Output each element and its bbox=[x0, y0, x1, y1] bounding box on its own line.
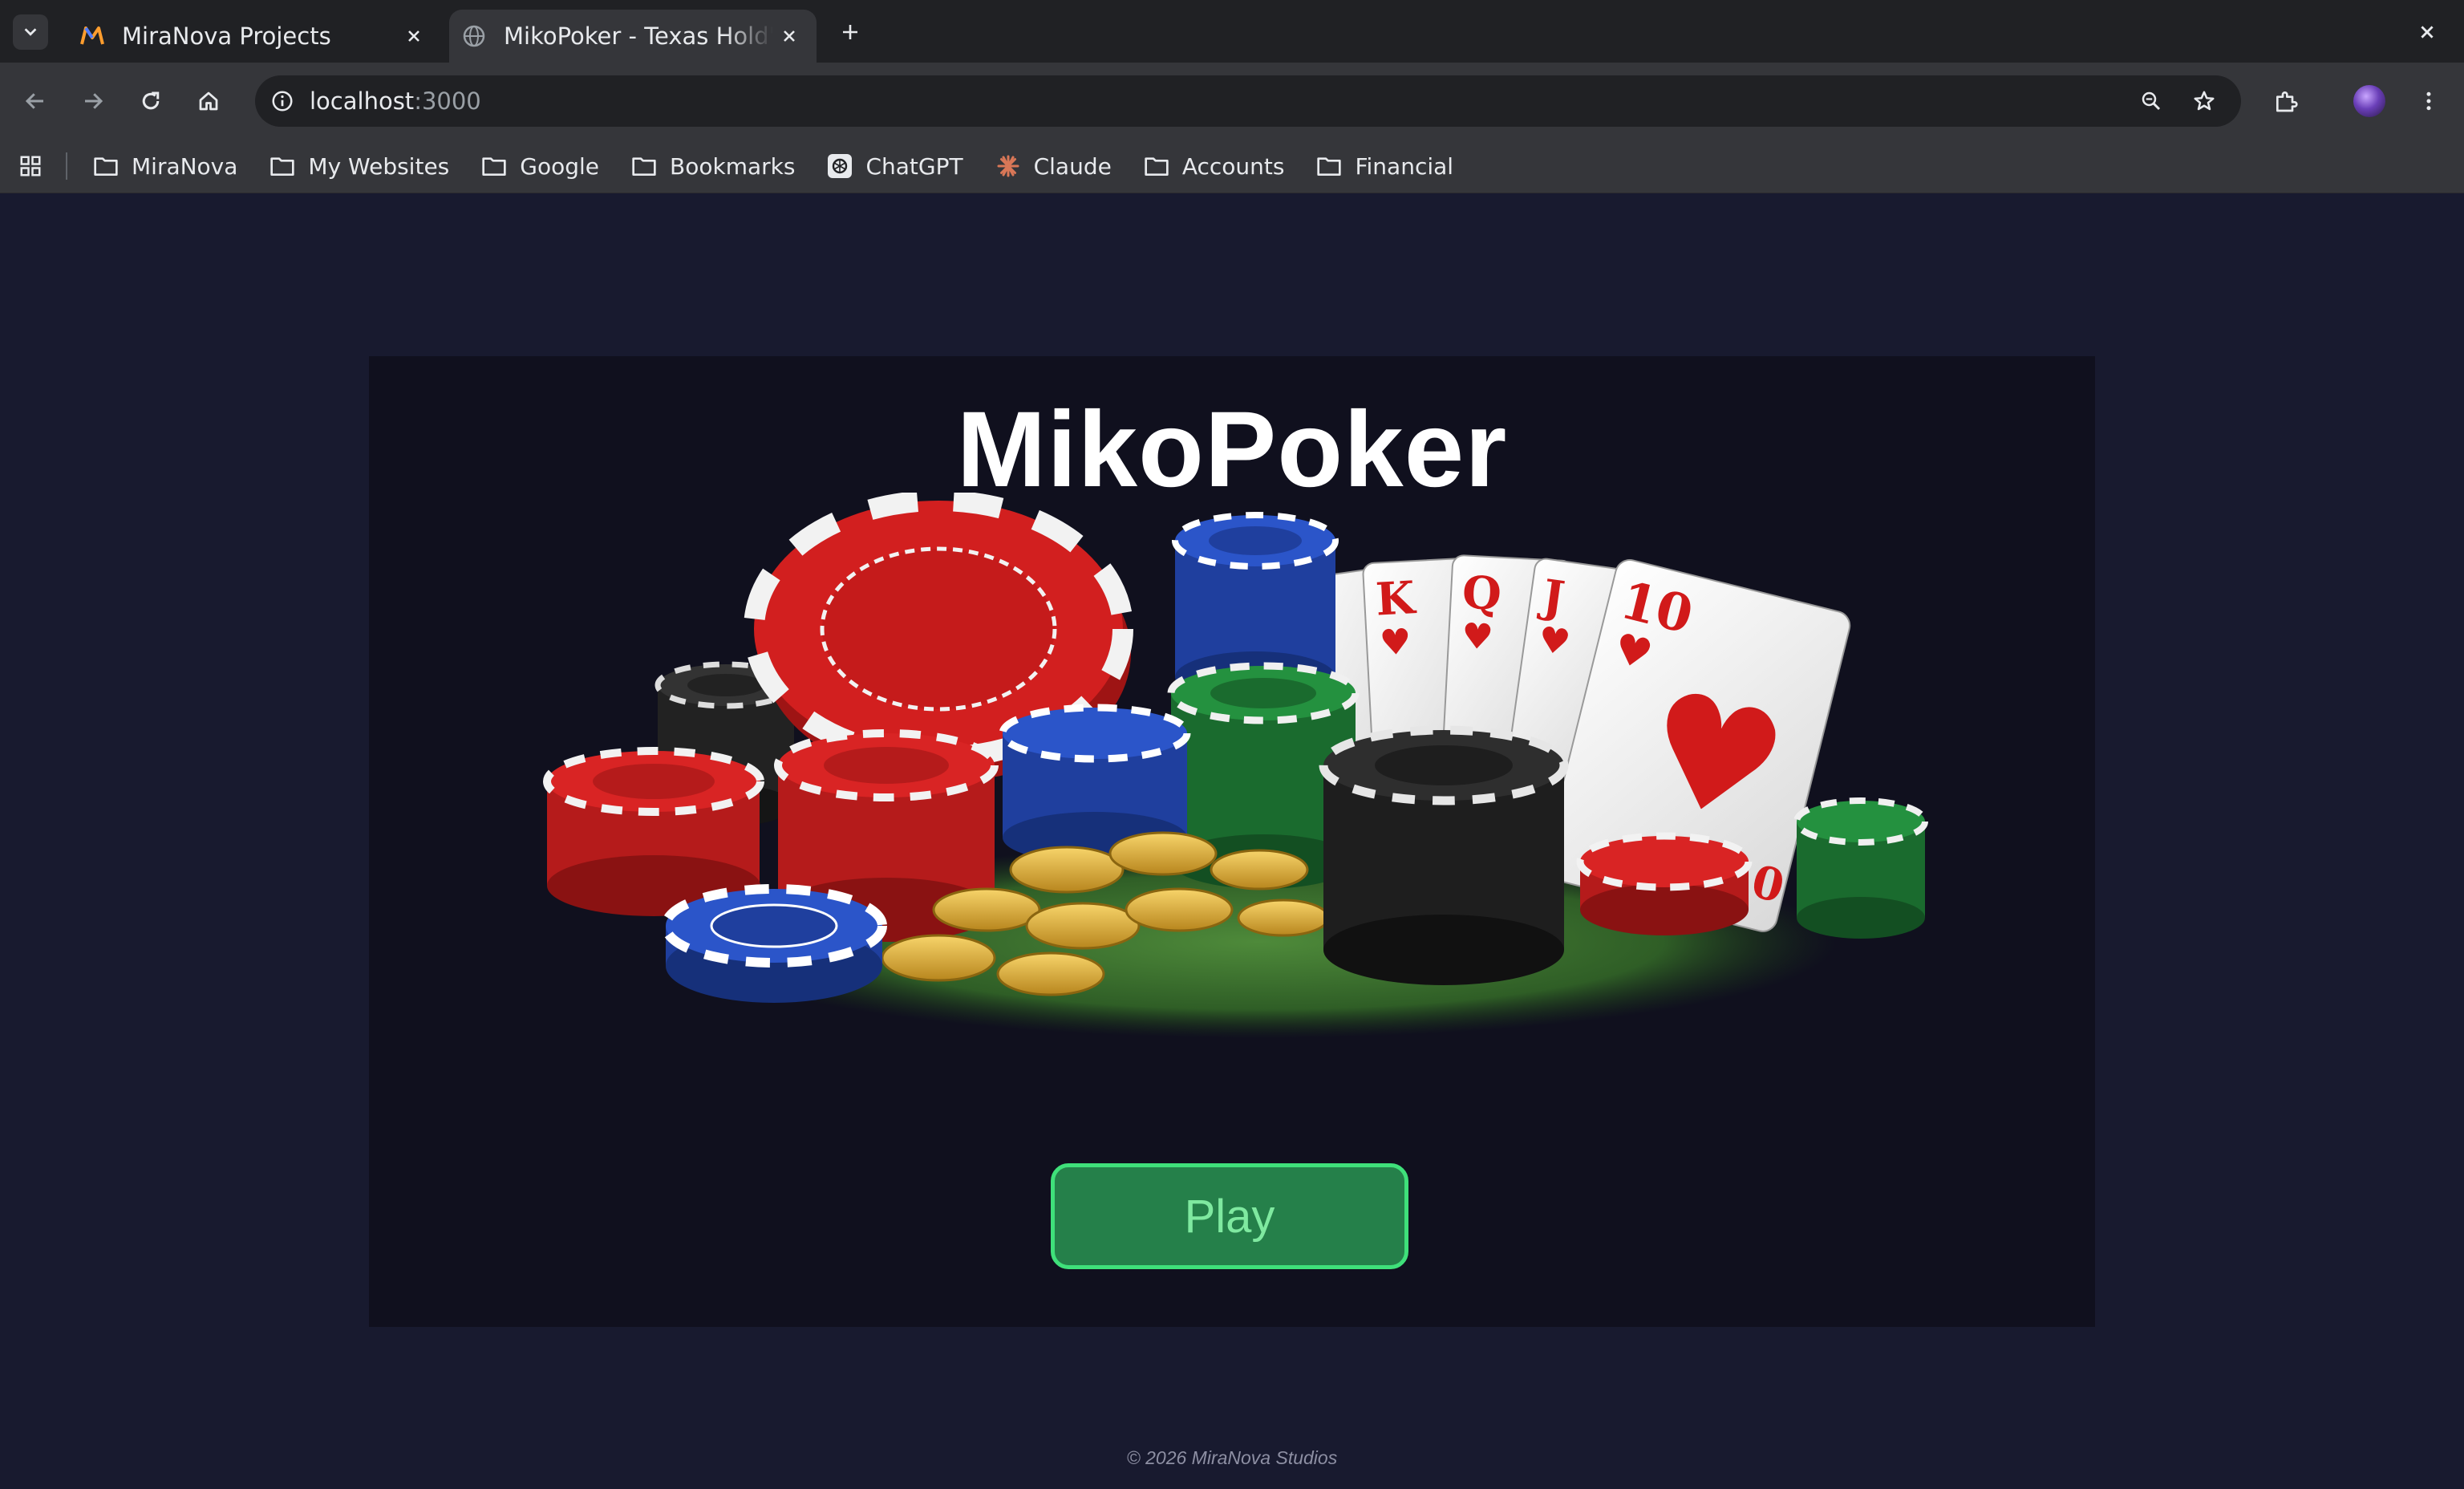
chatgpt-icon bbox=[825, 152, 854, 181]
claude-icon bbox=[994, 152, 1023, 181]
folder-icon bbox=[480, 152, 509, 181]
game-panel: MikoPoker A ♥ bbox=[369, 356, 2095, 1327]
bookmark-label: Claude bbox=[1033, 152, 1112, 180]
globe-icon bbox=[460, 22, 488, 50]
bookmark-label: ChatGPT bbox=[865, 152, 963, 180]
svg-text:♥: ♥ bbox=[1379, 621, 1412, 663]
arrow-right-icon bbox=[85, 93, 103, 109]
home-button[interactable] bbox=[188, 80, 229, 122]
apps-grid-icon[interactable] bbox=[14, 150, 47, 182]
tab-mikopoker[interactable]: MikoPoker - Texas Hold'em bbox=[449, 10, 817, 63]
reload-button[interactable] bbox=[130, 80, 172, 122]
svg-text:Q: Q bbox=[1461, 566, 1502, 620]
tab-search-button[interactable] bbox=[13, 14, 48, 50]
tab-title: MiraNova Projects bbox=[122, 22, 331, 50]
tab-title: MikoPoker - Texas Hold'em bbox=[504, 22, 773, 50]
url-port: :3000 bbox=[414, 87, 481, 115]
poker-chips-and-cards-illustration: A ♥ K ♥ Q ♥ J ♥ 10 ♥ ♥ bbox=[543, 493, 1928, 1038]
chevron-down-icon bbox=[24, 28, 37, 36]
bookmark-bookmarks[interactable]: Bookmarks bbox=[630, 152, 795, 181]
close-tab-icon[interactable] bbox=[398, 20, 430, 52]
puzzle-icon bbox=[2276, 91, 2298, 112]
plus-icon bbox=[843, 25, 857, 39]
miranova-m-icon bbox=[79, 22, 106, 50]
forward-button[interactable] bbox=[72, 80, 114, 122]
bookmark-miranova[interactable]: MiraNova bbox=[91, 152, 237, 181]
svg-text:♥: ♥ bbox=[1461, 615, 1494, 658]
bookmark-accounts[interactable]: Accounts bbox=[1142, 152, 1285, 181]
zoom-icon[interactable] bbox=[2134, 83, 2169, 119]
browser-menu-button[interactable] bbox=[2408, 80, 2450, 122]
folder-icon bbox=[91, 152, 120, 181]
tab-strip: MiraNova Projects MikoPoker - Texas Hold… bbox=[0, 0, 2464, 63]
bookmark-label: Bookmarks bbox=[670, 152, 796, 180]
svg-text:♥: ♥ bbox=[1536, 619, 1573, 663]
close-icon bbox=[2421, 26, 2434, 39]
new-tab-button[interactable] bbox=[834, 16, 866, 48]
folder-icon bbox=[1315, 152, 1343, 181]
bookmark-label: Financial bbox=[1355, 152, 1454, 180]
bookmark-label: MiraNova bbox=[132, 152, 238, 180]
footer-copyright: © 2026 MiraNova Studios bbox=[1126, 1447, 1338, 1468]
bookmark-my-websites[interactable]: My Websites bbox=[268, 152, 449, 181]
bookmark-star-icon[interactable] bbox=[2186, 83, 2222, 119]
address-bar[interactable]: localhost:3000 bbox=[255, 75, 2241, 127]
reload-icon bbox=[142, 91, 160, 110]
more-vertical-icon bbox=[2426, 91, 2431, 111]
svg-text:K: K bbox=[1374, 571, 1417, 627]
url-text[interactable]: localhost:3000 bbox=[310, 75, 481, 127]
browser-toolbar: localhost:3000 bbox=[0, 63, 2464, 140]
play-button[interactable]: Play bbox=[1051, 1163, 1408, 1269]
window-close-button[interactable] bbox=[2411, 16, 2443, 48]
bookmark-label: Google bbox=[520, 152, 600, 180]
close-tab-icon[interactable] bbox=[773, 20, 805, 52]
bookmark-label: My Websites bbox=[308, 152, 450, 180]
bookmark-label: Accounts bbox=[1181, 152, 1285, 180]
arrow-left-icon bbox=[25, 93, 43, 109]
home-icon bbox=[199, 91, 218, 111]
folder-icon bbox=[1142, 152, 1171, 181]
bookmark-chatgpt[interactable]: ChatGPT bbox=[825, 152, 963, 181]
folder-icon bbox=[268, 152, 297, 181]
extensions-button[interactable] bbox=[2265, 80, 2307, 122]
bookmarks-divider bbox=[66, 152, 67, 180]
bookmark-financial[interactable]: Financial bbox=[1315, 152, 1453, 181]
folder-icon bbox=[630, 152, 659, 181]
bookmarks-bar: MiraNova My Websites Google Bookmarks Ch… bbox=[0, 140, 2464, 193]
avatar bbox=[2353, 85, 2385, 117]
bookmark-claude[interactable]: Claude bbox=[994, 152, 1112, 181]
url-host: localhost bbox=[310, 87, 415, 115]
site-info-icon[interactable] bbox=[265, 83, 300, 119]
profile-button[interactable] bbox=[2348, 80, 2390, 122]
tab-miranova-projects[interactable]: MiraNova Projects bbox=[67, 10, 441, 63]
back-button[interactable] bbox=[14, 80, 56, 122]
bookmark-google[interactable]: Google bbox=[480, 152, 599, 181]
